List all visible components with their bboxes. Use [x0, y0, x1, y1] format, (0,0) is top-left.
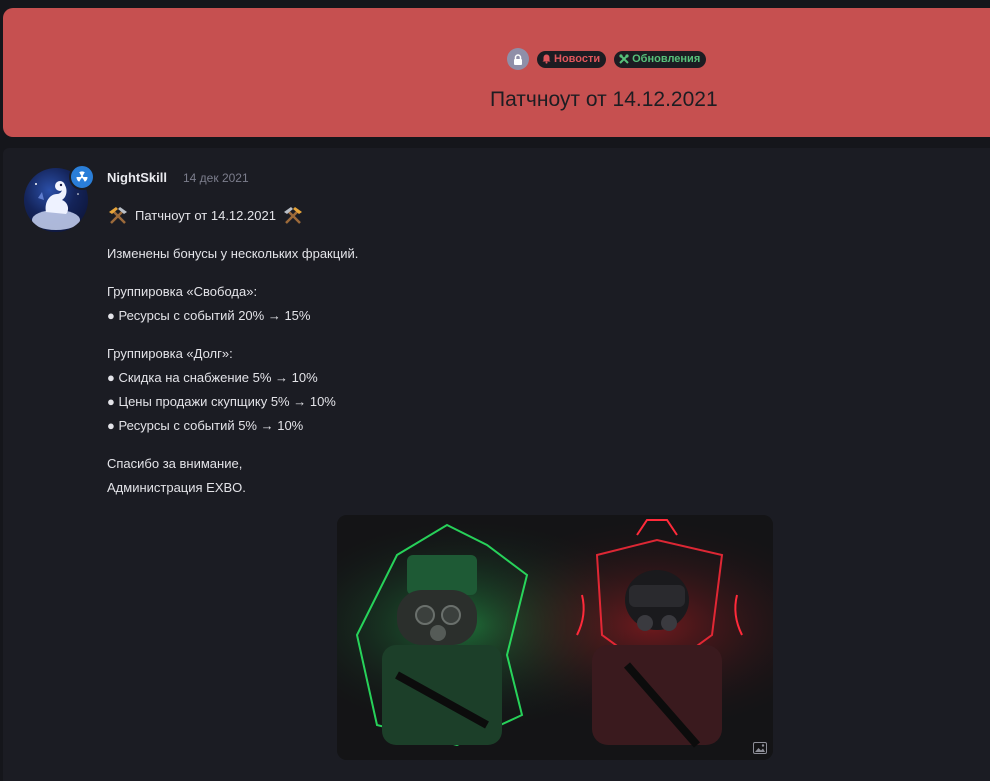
tag-updates[interactable]: Обновления: [614, 50, 707, 68]
tag-news-label: Новости: [554, 53, 601, 65]
svoboda-title: Группировка «Свобода»:: [107, 284, 258, 299]
post-signature: Администрация EXBO.: [107, 480, 246, 495]
author-name[interactable]: NightSkill: [107, 170, 167, 185]
discussion-header: Новости Обновления Патчноут от 14.12.202…: [3, 8, 990, 137]
tools-icon: [619, 54, 629, 64]
post: NightSkill 14 дек 2021 Патчноут от 14.12…: [3, 148, 990, 781]
post-intro: Изменены бонусы у нескольких фракций.: [107, 246, 359, 261]
image-icon: [753, 742, 767, 754]
bell-icon: [542, 54, 551, 64]
dolg-item: ● Ресурсы с событий 5% → 10%: [107, 418, 304, 433]
hammer-pick-icon: [283, 207, 302, 224]
dolg-item: ● Цены продажи скупщику 5% → 10%: [107, 394, 336, 409]
post-thanks: Спасибо за внимание,: [107, 456, 243, 471]
tag-updates-label: Обновления: [632, 53, 701, 65]
post-image[interactable]: [337, 515, 773, 760]
tag-news[interactable]: Новости: [537, 50, 607, 68]
dolg-title: Группировка «Долг»:: [107, 346, 233, 361]
post-heading-line: Патчноут от 14.12.2021: [107, 204, 807, 228]
post-heading: Патчноут от 14.12.2021: [135, 208, 276, 223]
tag-list: Новости Обновления: [507, 48, 707, 70]
discussion-title: Патчноут от 14.12.2021: [490, 88, 718, 111]
lock-icon: [507, 48, 529, 70]
svoboda-item: ● Ресурсы с событий 20% → 15%: [107, 308, 311, 323]
radiation-badge-icon: [69, 164, 95, 190]
post-body: Патчноут от 14.12.2021 Изменены бонусы у…: [107, 204, 807, 500]
dolg-item: ● Скидка на снабжение 5% → 10%: [107, 370, 318, 385]
post-date[interactable]: 14 дек 2021: [183, 171, 249, 185]
hammer-pick-icon: [109, 207, 127, 224]
page: Новости Обновления Патчноут от 14.12.202…: [0, 0, 990, 781]
